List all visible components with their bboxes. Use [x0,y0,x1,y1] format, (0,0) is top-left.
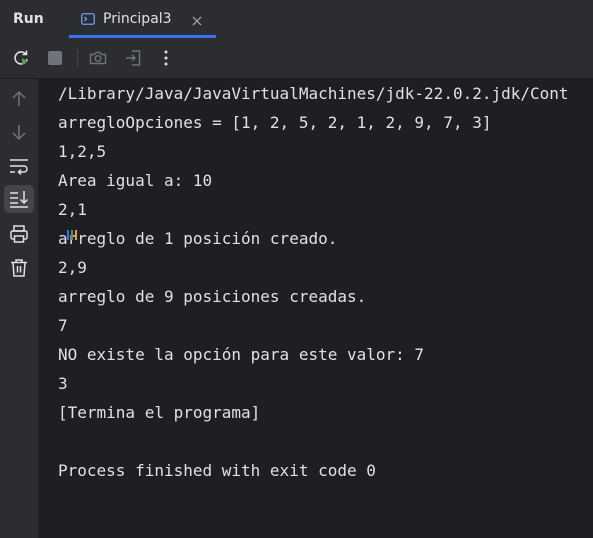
tab-principal3[interactable]: Principal3 [69,0,216,38]
console-line: 1,2,5 [58,142,107,161]
console-line: 2,1 [58,200,87,219]
cursor-marker [67,225,77,240]
console-line: arreglo de 9 posiciones creadas. [58,287,367,306]
console-line: Process finished with exit code 0 [58,461,376,480]
console-line: 3 [58,374,68,393]
console-line: Area igual a: 10 [58,171,213,190]
print-icon[interactable] [8,223,30,245]
console-line: 7 [58,316,68,335]
scroll-to-end-icon[interactable] [4,185,34,213]
console-sidebar [0,79,38,538]
scroll-up-icon[interactable] [8,88,30,110]
close-icon[interactable] [191,12,203,26]
soft-wrap-icon[interactable] [8,155,30,177]
run-toolbar [0,38,593,79]
console-line: NO existe la opción para este valor: 7 [58,345,425,364]
console-line: /Library/Java/JavaVirtualMachines/jdk-22… [58,84,569,103]
console-icon [81,11,95,25]
console-line: 2,9 [58,258,87,277]
scroll-down-icon[interactable] [8,121,30,143]
console-output[interactable]: /Library/Java/JavaVirtualMachines/jdk-22… [38,79,593,538]
camera-icon[interactable] [88,48,108,68]
tab-label: Principal3 [103,11,172,27]
stop-icon[interactable] [45,48,65,68]
rerun-icon[interactable] [11,48,31,68]
console-line: arregloOpciones = [1, 2, 5, 2, 1, 2, 9, … [58,113,492,132]
console-line: [Termina el programa] [58,403,261,422]
run-tool-window-header: Run Principal3 [0,0,593,38]
trash-icon[interactable] [8,257,30,279]
toolbar-divider [77,49,78,67]
console-line: arreglo de 1 posición creado. [58,229,338,248]
more-options-icon[interactable] [156,48,176,68]
tool-window-title: Run [13,11,44,27]
exit-icon[interactable] [123,48,143,68]
